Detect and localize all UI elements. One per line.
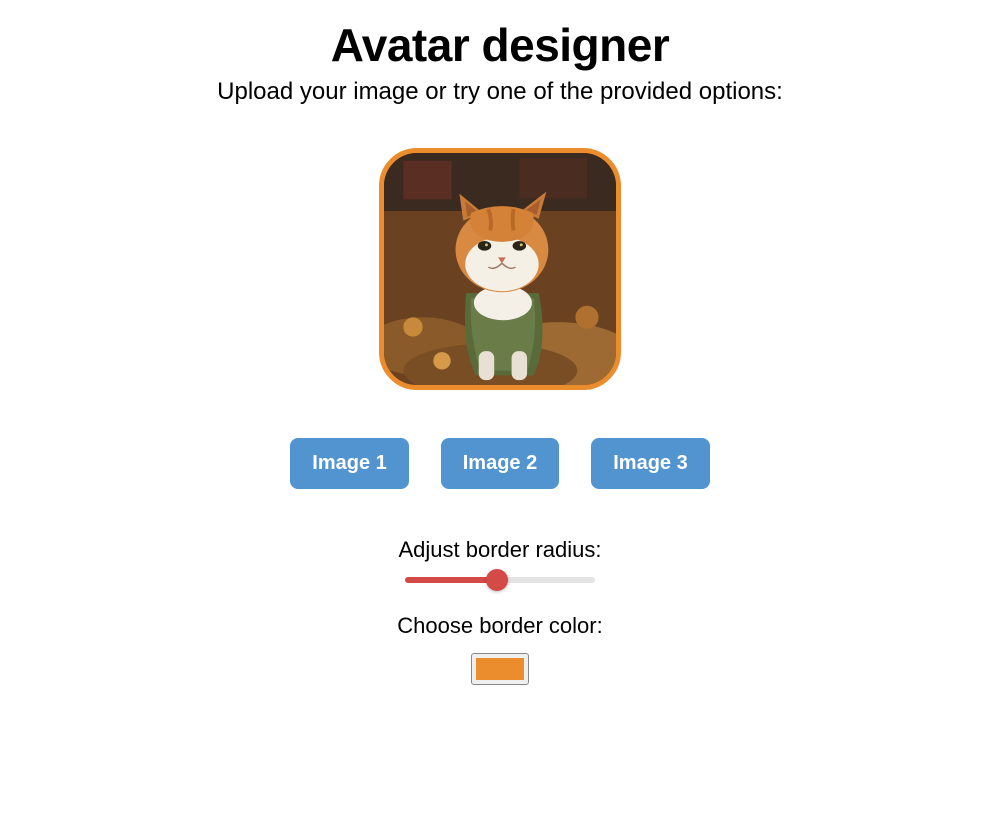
- border-color-label: Choose border color:: [397, 613, 602, 639]
- image-button-row: Image 1 Image 2 Image 3: [290, 438, 709, 489]
- image-1-button[interactable]: Image 1: [290, 438, 408, 489]
- border-radius-control: Adjust border radius:: [399, 537, 602, 583]
- page-subtitle: Upload your image or try one of the prov…: [217, 78, 783, 106]
- image-3-button[interactable]: Image 3: [591, 438, 709, 489]
- avatar-image: [384, 153, 616, 385]
- color-swatch: [476, 658, 524, 680]
- border-color-control: Choose border color:: [397, 613, 602, 685]
- border-color-input[interactable]: [471, 653, 529, 685]
- page-title: Avatar designer: [331, 18, 670, 72]
- image-2-button[interactable]: Image 2: [441, 438, 559, 489]
- border-radius-slider[interactable]: [405, 577, 595, 583]
- avatar-preview: [379, 148, 621, 390]
- border-radius-label: Adjust border radius:: [399, 537, 602, 563]
